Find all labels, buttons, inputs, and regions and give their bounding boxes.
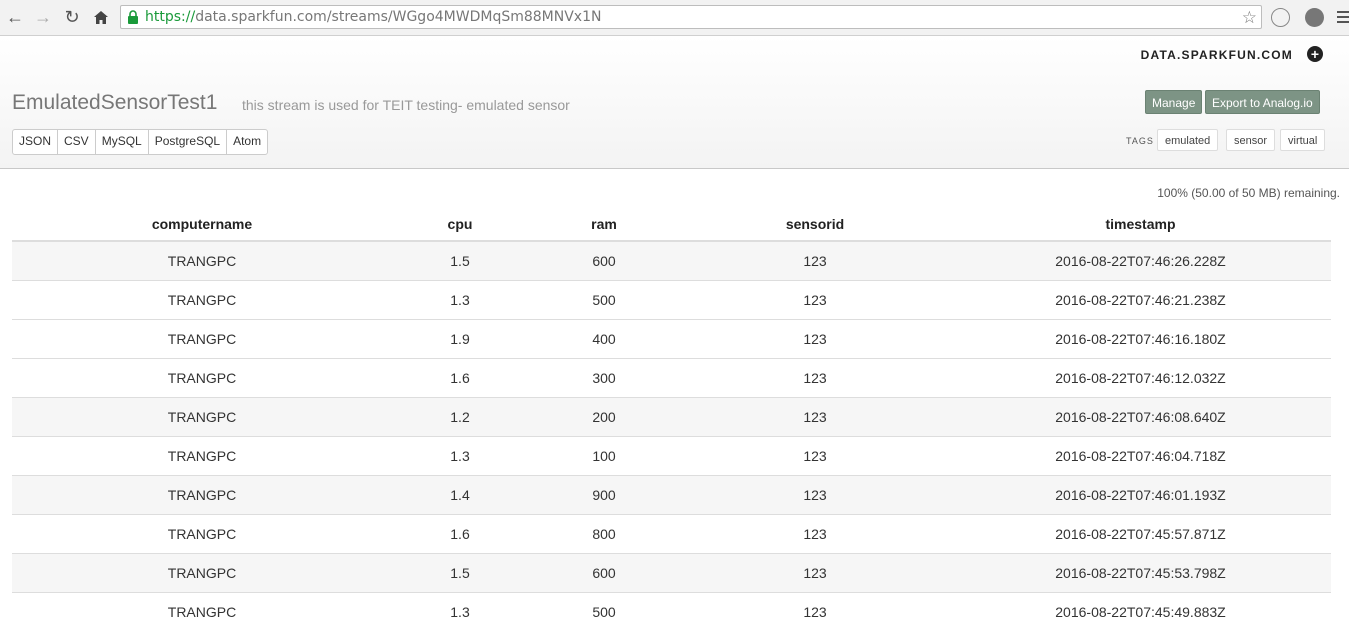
- format-mysql-button[interactable]: MySQL: [96, 130, 149, 154]
- plus-icon[interactable]: +: [1307, 46, 1323, 62]
- back-arrow-icon[interactable]: ←: [4, 6, 26, 28]
- tag-sensor[interactable]: sensor: [1226, 129, 1276, 151]
- table-row: TRANGPC 1.6 300 123 2016-08-22T07:46:12.…: [12, 357, 1331, 397]
- cell-cpu: 1.3: [392, 435, 528, 475]
- table-row: TRANGPC 1.6 800 123 2016-08-22T07:45:57.…: [12, 513, 1331, 553]
- page-title: EmulatedSensorTest1: [12, 91, 218, 114]
- cell-computername: TRANGPC: [12, 318, 392, 358]
- table-row: TRANGPC 1.2 200 123 2016-08-22T07:46:08.…: [12, 396, 1331, 436]
- cell-computername: TRANGPC: [12, 474, 392, 514]
- column-header: timestamp: [950, 207, 1331, 242]
- cell-timestamp: 2016-08-22T07:46:16.180Z: [950, 318, 1331, 358]
- brand-link[interactable]: DATA.SPARKFUN.COM: [1141, 48, 1293, 62]
- cell-ram: 900: [528, 474, 680, 514]
- cell-timestamp: 2016-08-22T07:46:04.718Z: [950, 435, 1331, 475]
- url-scheme: https://: [145, 9, 196, 25]
- cell-sensorid: 123: [680, 435, 950, 475]
- cell-cpu: 1.6: [392, 513, 528, 553]
- cell-ram: 500: [528, 591, 680, 631]
- cell-computername: TRANGPC: [12, 435, 392, 475]
- cell-cpu: 1.3: [392, 279, 528, 319]
- table-row: TRANGPC 1.4 900 123 2016-08-22T07:46:01.…: [12, 474, 1331, 514]
- cell-computername: TRANGPC: [12, 240, 392, 280]
- cell-computername: TRANGPC: [12, 396, 392, 436]
- format-json-button[interactable]: JSON: [13, 130, 59, 154]
- forward-arrow-icon[interactable]: →: [32, 6, 54, 28]
- lock-icon: [128, 10, 138, 24]
- stream-description: this stream is used for TEIT testing- em…: [242, 97, 570, 113]
- address-bar[interactable]: https://data.sparkfun.com/streams/WGgo4M…: [120, 5, 1262, 29]
- export-format-group: JSON CSV MySQL PostgreSQL Atom: [12, 129, 269, 155]
- column-header: sensorid: [680, 207, 950, 242]
- table-row: TRANGPC 1.3 100 123 2016-08-22T07:46:04.…: [12, 435, 1331, 475]
- url-text: data.sparkfun.com/streams/WGgo4MWDMqSm88…: [195, 9, 602, 25]
- format-csv-button[interactable]: CSV: [58, 130, 96, 154]
- cell-ram: 800: [528, 513, 680, 553]
- cell-sensorid: 123: [680, 357, 950, 397]
- cell-sensorid: 123: [680, 513, 950, 553]
- cell-timestamp: 2016-08-22T07:46:12.032Z: [950, 357, 1331, 397]
- cell-timestamp: 2016-08-22T07:46:26.228Z: [950, 240, 1331, 280]
- export-analog-button[interactable]: Export to Analog.io: [1205, 90, 1320, 114]
- cell-computername: TRANGPC: [12, 513, 392, 553]
- table-row: TRANGPC 1.5 600 123 2016-08-22T07:45:53.…: [12, 552, 1331, 592]
- cell-ram: 600: [528, 552, 680, 592]
- menu-icon[interactable]: [1337, 11, 1349, 25]
- cell-timestamp: 2016-08-22T07:45:49.883Z: [950, 591, 1331, 631]
- extension-icon[interactable]: [1271, 8, 1290, 27]
- cell-sensorid: 123: [680, 552, 950, 592]
- cell-timestamp: 2016-08-22T07:46:08.640Z: [950, 396, 1331, 436]
- table-row: TRANGPC 1.5 600 123 2016-08-22T07:46:26.…: [12, 240, 1331, 280]
- cell-cpu: 1.5: [392, 240, 528, 280]
- data-table: computername cpu ram sensorid timestamp …: [12, 207, 1331, 631]
- tag-emulated[interactable]: emulated: [1157, 129, 1219, 151]
- table-row: TRANGPC 1.3 500 123 2016-08-22T07:45:49.…: [12, 591, 1331, 631]
- table-header-row: computername cpu ram sensorid timestamp: [12, 207, 1331, 242]
- cell-sensorid: 123: [680, 591, 950, 631]
- storage-remaining: 100% (50.00 of 50 MB) remaining.: [1157, 186, 1340, 200]
- column-header: ram: [528, 207, 680, 242]
- cell-cpu: 1.5: [392, 552, 528, 592]
- cell-sensorid: 123: [680, 240, 950, 280]
- tag-virtual[interactable]: virtual: [1280, 129, 1326, 151]
- cell-sensorid: 123: [680, 474, 950, 514]
- bookmark-star-icon[interactable]: ☆: [1242, 7, 1257, 28]
- column-header: computername: [12, 207, 392, 242]
- format-postgresql-button[interactable]: PostgreSQL: [149, 130, 228, 154]
- home-icon[interactable]: [90, 6, 112, 28]
- cell-cpu: 1.2: [392, 396, 528, 436]
- format-atom-button[interactable]: Atom: [227, 130, 267, 154]
- cell-timestamp: 2016-08-22T07:46:01.193Z: [950, 474, 1331, 514]
- stream-header: DATA.SPARKFUN.COM + EmulatedSensorTest1 …: [0, 36, 1349, 169]
- cell-ram: 300: [528, 357, 680, 397]
- cell-cpu: 1.3: [392, 591, 528, 631]
- table-row: TRANGPC 1.3 500 123 2016-08-22T07:46:21.…: [12, 279, 1331, 319]
- cell-ram: 500: [528, 279, 680, 319]
- cell-ram: 400: [528, 318, 680, 358]
- tags-label: TAGS: [1126, 136, 1154, 146]
- cell-sensorid: 123: [680, 396, 950, 436]
- cell-computername: TRANGPC: [12, 591, 392, 631]
- cell-timestamp: 2016-08-22T07:45:57.871Z: [950, 513, 1331, 553]
- cell-computername: TRANGPC: [12, 552, 392, 592]
- reload-icon[interactable]: ↻: [61, 6, 83, 28]
- column-header: cpu: [392, 207, 528, 242]
- wordpress-icon[interactable]: [1305, 8, 1324, 27]
- cell-ram: 600: [528, 240, 680, 280]
- cell-sensorid: 123: [680, 318, 950, 358]
- cell-ram: 200: [528, 396, 680, 436]
- cell-cpu: 1.4: [392, 474, 528, 514]
- cell-sensorid: 123: [680, 279, 950, 319]
- cell-timestamp: 2016-08-22T07:46:21.238Z: [950, 279, 1331, 319]
- cell-ram: 100: [528, 435, 680, 475]
- cell-computername: TRANGPC: [12, 279, 392, 319]
- cell-computername: TRANGPC: [12, 357, 392, 397]
- browser-toolbar: ← → ↻ https://data.sparkfun.com/streams/…: [0, 0, 1349, 36]
- cell-timestamp: 2016-08-22T07:45:53.798Z: [950, 552, 1331, 592]
- manage-button[interactable]: Manage: [1145, 90, 1203, 114]
- cell-cpu: 1.6: [392, 357, 528, 397]
- cell-cpu: 1.9: [392, 318, 528, 358]
- table-row: TRANGPC 1.9 400 123 2016-08-22T07:46:16.…: [12, 318, 1331, 358]
